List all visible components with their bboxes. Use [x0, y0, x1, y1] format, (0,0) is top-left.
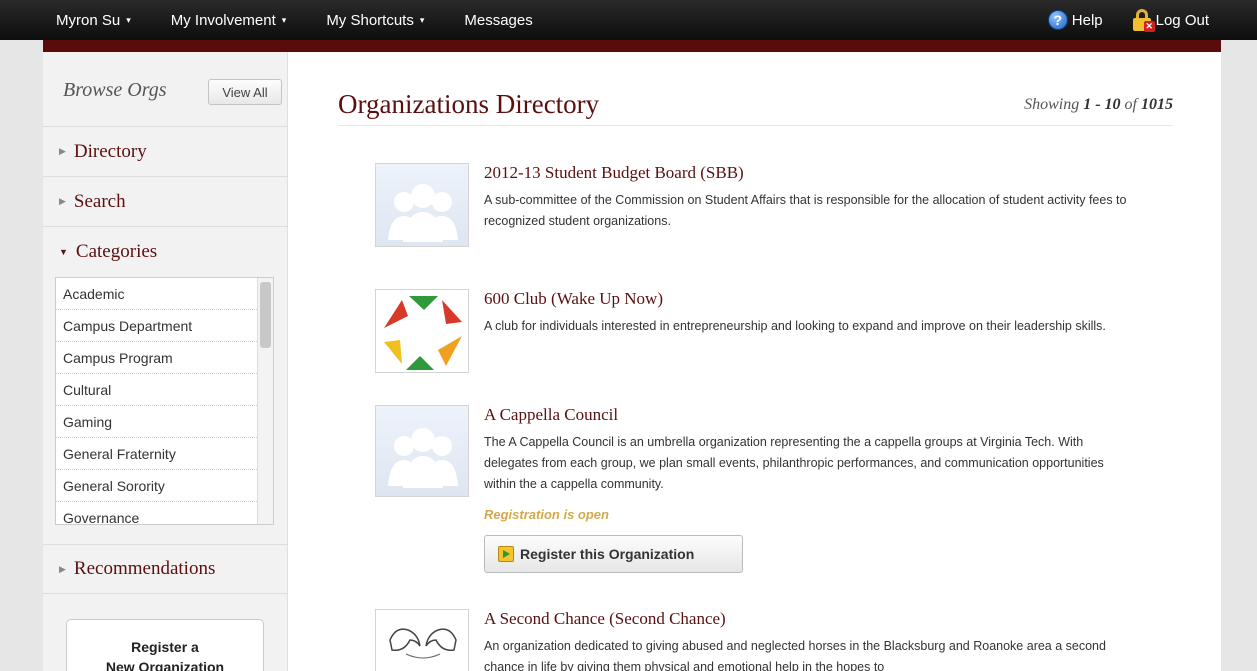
browse-header: Browse Orgs View All — [43, 52, 288, 127]
org-name-link[interactable]: 2012-13 Student Budget Board (SBB) — [484, 163, 744, 183]
help-label: Help — [1071, 11, 1103, 29]
register-line-2: New Organization — [105, 659, 225, 671]
org-name-link[interactable]: A Second Chance (Second Chance) — [484, 609, 726, 629]
register-org-label: Register this Organization — [520, 546, 695, 562]
category-item[interactable]: Gaming — [56, 406, 257, 438]
logout-label: Log Out — [1155, 11, 1209, 29]
category-item[interactable]: Cultural — [56, 374, 257, 406]
sidebar-section-label: Categories — [75, 241, 158, 262]
chevron-down-icon: ▾ — [419, 14, 425, 25]
help-link[interactable]: ? Help — [1047, 10, 1103, 30]
category-item[interactable]: General Fraternity — [56, 438, 257, 470]
browse-title: Browse Orgs — [63, 79, 167, 101]
org-logo-image[interactable] — [375, 289, 469, 373]
categories-scrollbar[interactable] — [257, 278, 273, 524]
nav-user-label: Myron Su — [56, 11, 121, 29]
org-description: An organization dedicated to giving abus… — [484, 639, 1106, 671]
registration-status: Registration is open — [484, 507, 609, 522]
register-new-org-button[interactable]: Register a New Organization — [66, 619, 264, 671]
nav-shortcuts-label: My Shortcuts — [326, 11, 414, 29]
sidebar-section-directory[interactable]: ▶ Directory — [43, 127, 288, 177]
category-item[interactable]: Academic — [56, 278, 257, 310]
page-container: Browse Orgs View All ▶ Directory ▶ Searc… — [43, 52, 1221, 671]
register-icon — [498, 546, 514, 562]
nav-shortcuts-menu[interactable]: My Shortcuts ▾ — [306, 0, 444, 40]
category-item[interactable]: Campus Program — [56, 342, 257, 374]
showing-total: 1015 — [1141, 96, 1173, 113]
title-divider — [338, 125, 1173, 126]
nav-involvement-label: My Involvement — [170, 11, 276, 29]
chevron-right-icon: ▶ — [59, 146, 66, 156]
categories-list[interactable]: Academic Campus Department Campus Progra… — [55, 277, 274, 525]
org-name-link[interactable]: 600 Club (Wake Up Now) — [484, 289, 663, 309]
org-description: A club for individuals interested in ent… — [484, 319, 1106, 333]
org-description: The A Cappella Council is an umbrella or… — [484, 435, 1104, 491]
group-placeholder-icon[interactable] — [375, 163, 469, 247]
sidebar-section-label: Directory — [73, 140, 147, 162]
chevron-right-icon: ▶ — [59, 563, 66, 574]
sidebar-section-categories[interactable]: ▼ Categories — [43, 227, 288, 277]
chevron-down-icon: ▾ — [281, 14, 287, 25]
sidebar-section-recommendations[interactable]: ▶ Recommendations — [43, 544, 288, 594]
showing-prefix: Showing — [1024, 96, 1080, 113]
category-item[interactable]: Governance — [56, 502, 257, 524]
scrollbar-thumb[interactable] — [260, 282, 271, 348]
logout-link[interactable]: ✕ Log Out — [1132, 9, 1209, 32]
category-item[interactable]: General Sorority — [56, 470, 257, 502]
sidebar-section-label: Recommendations — [73, 558, 216, 579]
chevron-down-icon: ▼ — [59, 247, 68, 257]
register-line-1: Register a — [131, 639, 199, 655]
category-item[interactable]: Campus Department — [56, 310, 257, 342]
register-org-button[interactable]: Register this Organization — [484, 535, 743, 573]
chevron-right-icon: ▶ — [59, 196, 66, 206]
top-nav-bar: Myron Su ▾ My Involvement ▾ My Shortcuts ▾ … — [0, 0, 1257, 40]
header-accent-bar — [43, 40, 1221, 52]
sidebar: Browse Orgs View All ▶ Directory ▶ Searc… — [43, 52, 288, 671]
view-all-button[interactable]: View All — [208, 79, 282, 105]
main-content: Organizations Directory Showing 1 - 10 o… — [338, 52, 1173, 671]
nav-user-menu[interactable]: Myron Su ▾ — [0, 0, 151, 40]
nav-messages-label: Messages — [464, 11, 533, 29]
result-count: Showing 1 - 10 of 1015 — [1024, 96, 1173, 114]
showing-of: of — [1124, 96, 1137, 113]
org-logo-image[interactable] — [375, 609, 469, 671]
sidebar-section-label: Search — [73, 190, 126, 212]
chevron-down-icon: ▾ — [126, 14, 131, 25]
help-icon: ? — [1047, 10, 1068, 30]
page-title: Organizations Directory — [338, 89, 600, 119]
org-name-link[interactable]: A Cappella Council — [484, 405, 618, 425]
nav-involvement-menu[interactable]: My Involvement ▾ — [151, 0, 307, 40]
org-description: A sub-committee of the Commission on Stu… — [484, 193, 1127, 228]
lock-icon: ✕ — [1132, 9, 1155, 32]
showing-range: 1 - 10 — [1083, 96, 1121, 113]
nav-messages-link[interactable]: Messages — [444, 0, 552, 40]
group-placeholder-icon[interactable] — [375, 405, 469, 497]
sidebar-section-search[interactable]: ▶ Search — [43, 177, 288, 227]
